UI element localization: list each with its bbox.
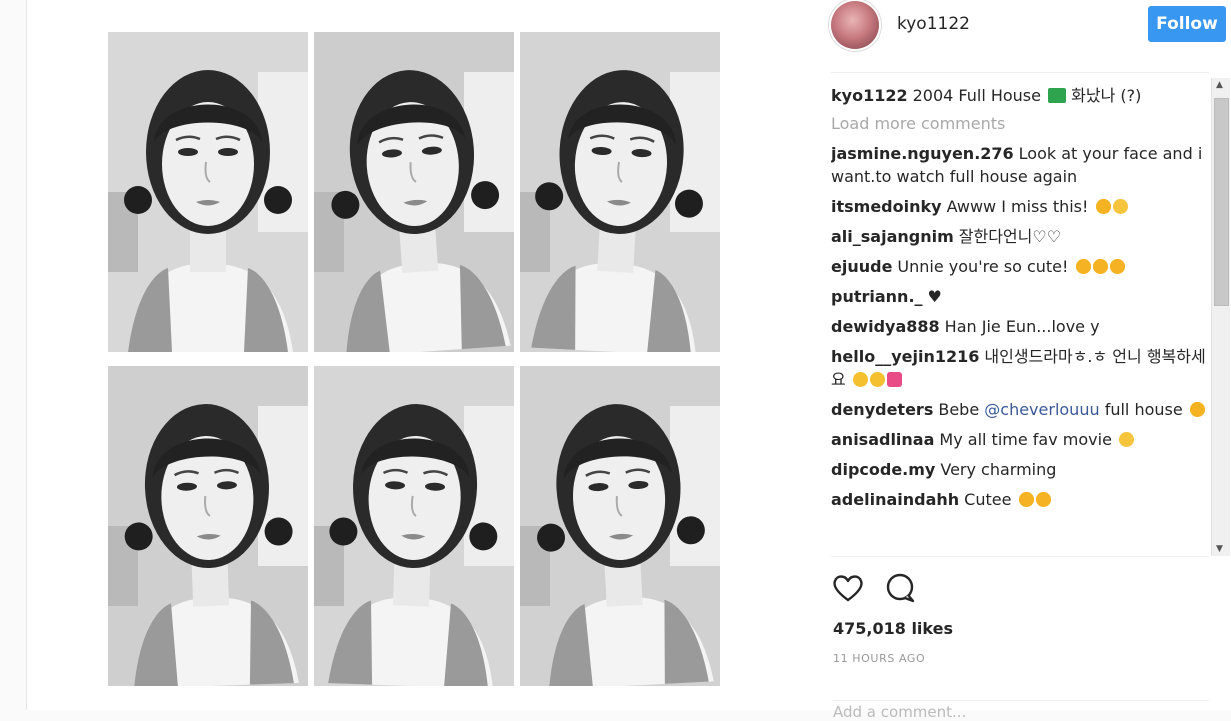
heart-eyes-emoji-icon [1018, 492, 1034, 507]
comment-text: Unnie you're so cute! [897, 257, 1069, 276]
comment-username[interactable]: ali_sajangnim [831, 227, 954, 246]
comment-text: Bebe [938, 400, 980, 419]
post-timestamp: 11 HOURS AGO [833, 652, 926, 665]
comment-item: putriann._ ♥ [831, 285, 1209, 308]
load-more-comments-link[interactable]: Load more comments [831, 114, 1209, 133]
comment-text: Han Jie Eun...love y [944, 317, 1100, 336]
comment-text: Very charming [940, 460, 1057, 479]
kiss-emoji-icon [1119, 432, 1134, 447]
comment-text: ♥ [927, 287, 942, 306]
scroll-up-arrow-icon[interactable]: ▲ [1216, 80, 1223, 90]
comment-username[interactable]: jasmine.nguyen.276 [831, 144, 1014, 163]
comment-item: adelinaindahh Cutee [831, 488, 1209, 511]
heart-eyes-emoji-icon [1095, 199, 1111, 214]
heart-eyes-emoji-icon [1092, 259, 1108, 274]
comment-text-after: full house [1104, 400, 1183, 419]
portrait-photo [520, 32, 720, 352]
flag-emoji-icon [1048, 88, 1067, 103]
post: kyo1122 Follow kyo1122 2004 Full House 화났… [26, 0, 1231, 721]
comment-item: denydeters Bebe @cheverlouuu full house [831, 398, 1209, 421]
comment-item: dipcode.my Very charming [831, 458, 1209, 481]
comment-username[interactable]: anisadlinaa [831, 430, 934, 449]
comment-icon[interactable] [883, 571, 917, 605]
portrait-photo [314, 32, 514, 352]
sparkling-heart-emoji-icon [886, 372, 902, 387]
comment-item: ali_sajangnim 잘한다언니♡♡ [831, 225, 1209, 248]
scroll-thumb[interactable] [1214, 98, 1229, 306]
portrait-photo [520, 366, 720, 686]
caption: kyo1122 2004 Full House 화났나 (?) [831, 84, 1209, 107]
comment-username[interactable]: hello__yejin1216 [831, 347, 979, 366]
comment-text: Awww I miss this! [946, 197, 1089, 216]
avatar[interactable] [831, 1, 879, 49]
comment-username[interactable]: ejuude [831, 257, 892, 276]
post-header: kyo1122 Follow [831, 0, 1226, 73]
comment-item: ejuude Unnie you're so cute! [831, 255, 1209, 278]
comment-username[interactable]: dipcode.my [831, 460, 935, 479]
comment-text: Cutee [964, 490, 1012, 509]
photo-grid[interactable] [108, 32, 720, 686]
crying-emoji-icon [869, 372, 885, 387]
post-sidebar: kyo1122 Follow kyo1122 2004 Full House 화났… [807, 0, 1231, 721]
heart-eyes-emoji-icon [1189, 402, 1205, 417]
post-author-username[interactable]: kyo1122 [897, 14, 970, 34]
comment-item: itsmedoinky Awww I miss this! [831, 195, 1209, 218]
portrait-photo [108, 32, 308, 352]
comments-scrollbar[interactable]: ▲ ▼ [1211, 78, 1230, 556]
caption-suffix: 화났나 (?) [1071, 86, 1142, 105]
comment-item: anisadlinaa My all time fav movie [831, 428, 1209, 451]
comment-text: My all time fav movie [939, 430, 1112, 449]
add-comment-input[interactable]: Add a comment... [833, 700, 1209, 721]
comment-mention-link[interactable]: @cheverlouuu [984, 400, 1099, 419]
caption-text: 2004 Full House [912, 86, 1041, 105]
likes-count[interactable]: 475,018 likes [833, 619, 953, 638]
comment-text: 잘한다언니♡♡ [958, 227, 1062, 246]
heart-eyes-emoji-icon [1075, 259, 1091, 274]
heart-eyes-emoji-icon [1109, 259, 1125, 274]
comment-username[interactable]: putriann._ [831, 287, 923, 306]
comment-item: dewidya888 Han Jie Eun...love y [831, 315, 1209, 338]
scroll-down-arrow-icon[interactable]: ▼ [1216, 544, 1223, 554]
comment-username[interactable]: dewidya888 [831, 317, 940, 336]
comment-username[interactable]: adelinaindahh [831, 490, 959, 509]
comment-username[interactable]: denydeters [831, 400, 933, 419]
comment-item: hello__yejin1216 내인생드라마ㅎ.ㅎ 언니 행복하세요 [831, 345, 1209, 391]
post-media [27, 0, 807, 710]
portrait-photo [108, 366, 308, 686]
kiss-emoji-icon [1112, 199, 1128, 214]
heart-icon[interactable] [831, 571, 865, 605]
post-actions: 475,018 likes 11 HOURS AGO Add a comment… [831, 556, 1209, 721]
portrait-photo [314, 366, 514, 686]
comments-list[interactable]: kyo1122 2004 Full House 화났나 (?) Load more… [831, 84, 1209, 556]
crying-emoji-icon [852, 372, 868, 387]
heart-eyes-emoji-icon [1035, 492, 1051, 507]
caption-username[interactable]: kyo1122 [831, 86, 908, 105]
comment-item: jasmine.nguyen.276 Look at your face and … [831, 142, 1209, 188]
follow-button[interactable]: Follow [1148, 6, 1226, 42]
comment-username[interactable]: itsmedoinky [831, 197, 942, 216]
